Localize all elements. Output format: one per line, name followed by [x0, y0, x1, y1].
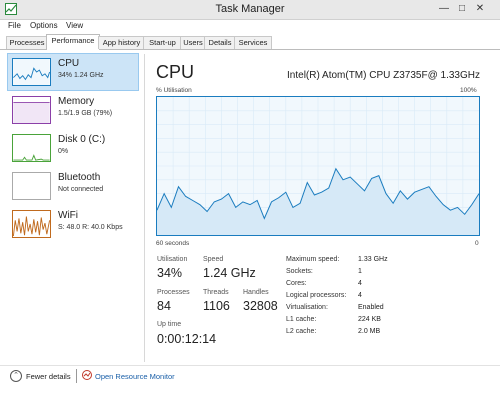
sidebar-item-cpu[interactable]: CPU 34% 1.24 GHz: [7, 53, 139, 91]
processes-value: 84: [157, 299, 171, 313]
open-resource-monitor-link[interactable]: Open Resource Monitor: [95, 372, 175, 381]
detail-value: 224 KB: [358, 316, 381, 323]
menu-bar: File Options View: [0, 19, 500, 34]
detail-label: L2 cache:: [286, 328, 317, 335]
footer-bar: ⌃ Fewer details Open Resource Monitor: [0, 365, 500, 397]
memory-thumbnail-graph: [12, 96, 51, 124]
sidebar-item-disk[interactable]: Disk 0 (C:) 0%: [8, 130, 138, 166]
fewer-details-link[interactable]: Fewer details: [26, 372, 71, 381]
detail-label: Virtualisation:: [286, 304, 328, 311]
threads-label: Threads: [203, 289, 229, 296]
handles-label: Handles: [243, 289, 269, 296]
speed-label: Speed: [203, 256, 224, 263]
threads-value: 1106: [203, 299, 230, 313]
handles-value: 32808: [243, 299, 278, 313]
detail-label: Maximum speed:: [286, 256, 340, 263]
cpu-model-name: Intel(R) Atom(TM) CPU Z3735F@ 1.33GHz: [287, 70, 480, 81]
graph-min-label: 0: [475, 240, 479, 247]
graph-y-label: % Utilisation: [156, 87, 192, 94]
tab-app-history[interactable]: App history: [98, 36, 145, 49]
wifi-thumbnail-graph: [12, 210, 51, 238]
detail-value: 2.0 MB: [358, 328, 381, 335]
resource-sidebar: CPU 34% 1.24 GHz Memory 1.5/1.9 GB (79%)…: [7, 53, 139, 354]
processes-label: Processes: [157, 289, 190, 296]
footer-separator: [76, 369, 77, 383]
sidebar-item-sublabel: 0%: [58, 148, 69, 155]
sidebar-item-sublabel: Not connected: [58, 186, 104, 193]
tab-performance[interactable]: Performance: [46, 34, 100, 50]
uptime-value: 0:00:12:14: [157, 332, 217, 346]
disk-thumbnail-graph: [12, 134, 51, 162]
window-title: Task Manager: [215, 3, 285, 15]
sidebar-item-label: Memory: [58, 96, 95, 107]
pane-divider[interactable]: [144, 54, 145, 362]
tab-details[interactable]: Details: [204, 36, 236, 49]
cpu-thumbnail-graph: [12, 58, 51, 86]
graph-time-label: 60 seconds: [156, 240, 190, 247]
sidebar-item-sublabel: 34% 1.24 GHz: [58, 72, 104, 79]
title-bar: Task Manager — □ ✕: [0, 0, 500, 20]
utilisation-label: Utilisation: [157, 256, 188, 263]
uptime-label: Up time: [157, 321, 182, 328]
page-title: CPU: [156, 62, 195, 82]
speed-value: 1.24 GHz: [203, 266, 256, 280]
maximize-button[interactable]: □: [455, 2, 469, 16]
detail-value: 1.33 GHz: [358, 256, 388, 263]
sidebar-item-sublabel: S: 48.0 R: 40.0 Kbps: [58, 224, 123, 231]
tab-users[interactable]: Users: [180, 36, 206, 49]
detail-label: Cores:: [286, 280, 307, 287]
cpu-utilisation-graph: [156, 96, 480, 236]
resource-monitor-icon[interactable]: [82, 370, 92, 380]
sidebar-item-memory[interactable]: Memory 1.5/1.9 GB (79%): [8, 92, 138, 128]
detail-value: 1: [358, 268, 362, 275]
sidebar-item-wifi[interactable]: WiFi S: 48.0 R: 40.0 Kbps: [8, 206, 138, 242]
sidebar-item-sublabel: 1.5/1.9 GB (79%): [58, 110, 113, 117]
tab-processes[interactable]: Processes: [6, 36, 48, 49]
detail-value: 4: [358, 280, 362, 287]
sidebar-item-label: WiFi: [58, 210, 78, 221]
tab-services[interactable]: Services: [234, 36, 272, 49]
utilisation-value: 34%: [157, 266, 183, 280]
detail-label: L1 cache:: [286, 316, 317, 323]
close-button[interactable]: ✕: [473, 2, 487, 16]
detail-value: Enabled: [358, 304, 384, 311]
detail-label: Sockets:: [286, 268, 313, 275]
tab-bar: Processes Performance App history Start-…: [0, 34, 500, 50]
sidebar-item-label: Disk 0 (C:): [58, 134, 106, 145]
bluetooth-thumbnail-graph: [12, 172, 51, 200]
sidebar-item-label: CPU: [58, 58, 80, 69]
sidebar-item-label: Bluetooth: [58, 172, 101, 183]
menu-options[interactable]: Options: [30, 21, 58, 30]
minimize-button[interactable]: —: [437, 2, 451, 16]
menu-file[interactable]: File: [8, 21, 21, 30]
detail-label: Logical processors:: [286, 292, 347, 299]
chevron-up-icon[interactable]: ⌃: [10, 370, 22, 382]
sidebar-item-bluetooth[interactable]: Bluetooth Not connected: [8, 168, 138, 204]
graph-max-label: 100%: [460, 87, 477, 94]
detail-value: 4: [358, 292, 362, 299]
menu-view[interactable]: View: [66, 21, 83, 30]
tab-start-up[interactable]: Start-up: [143, 36, 182, 49]
